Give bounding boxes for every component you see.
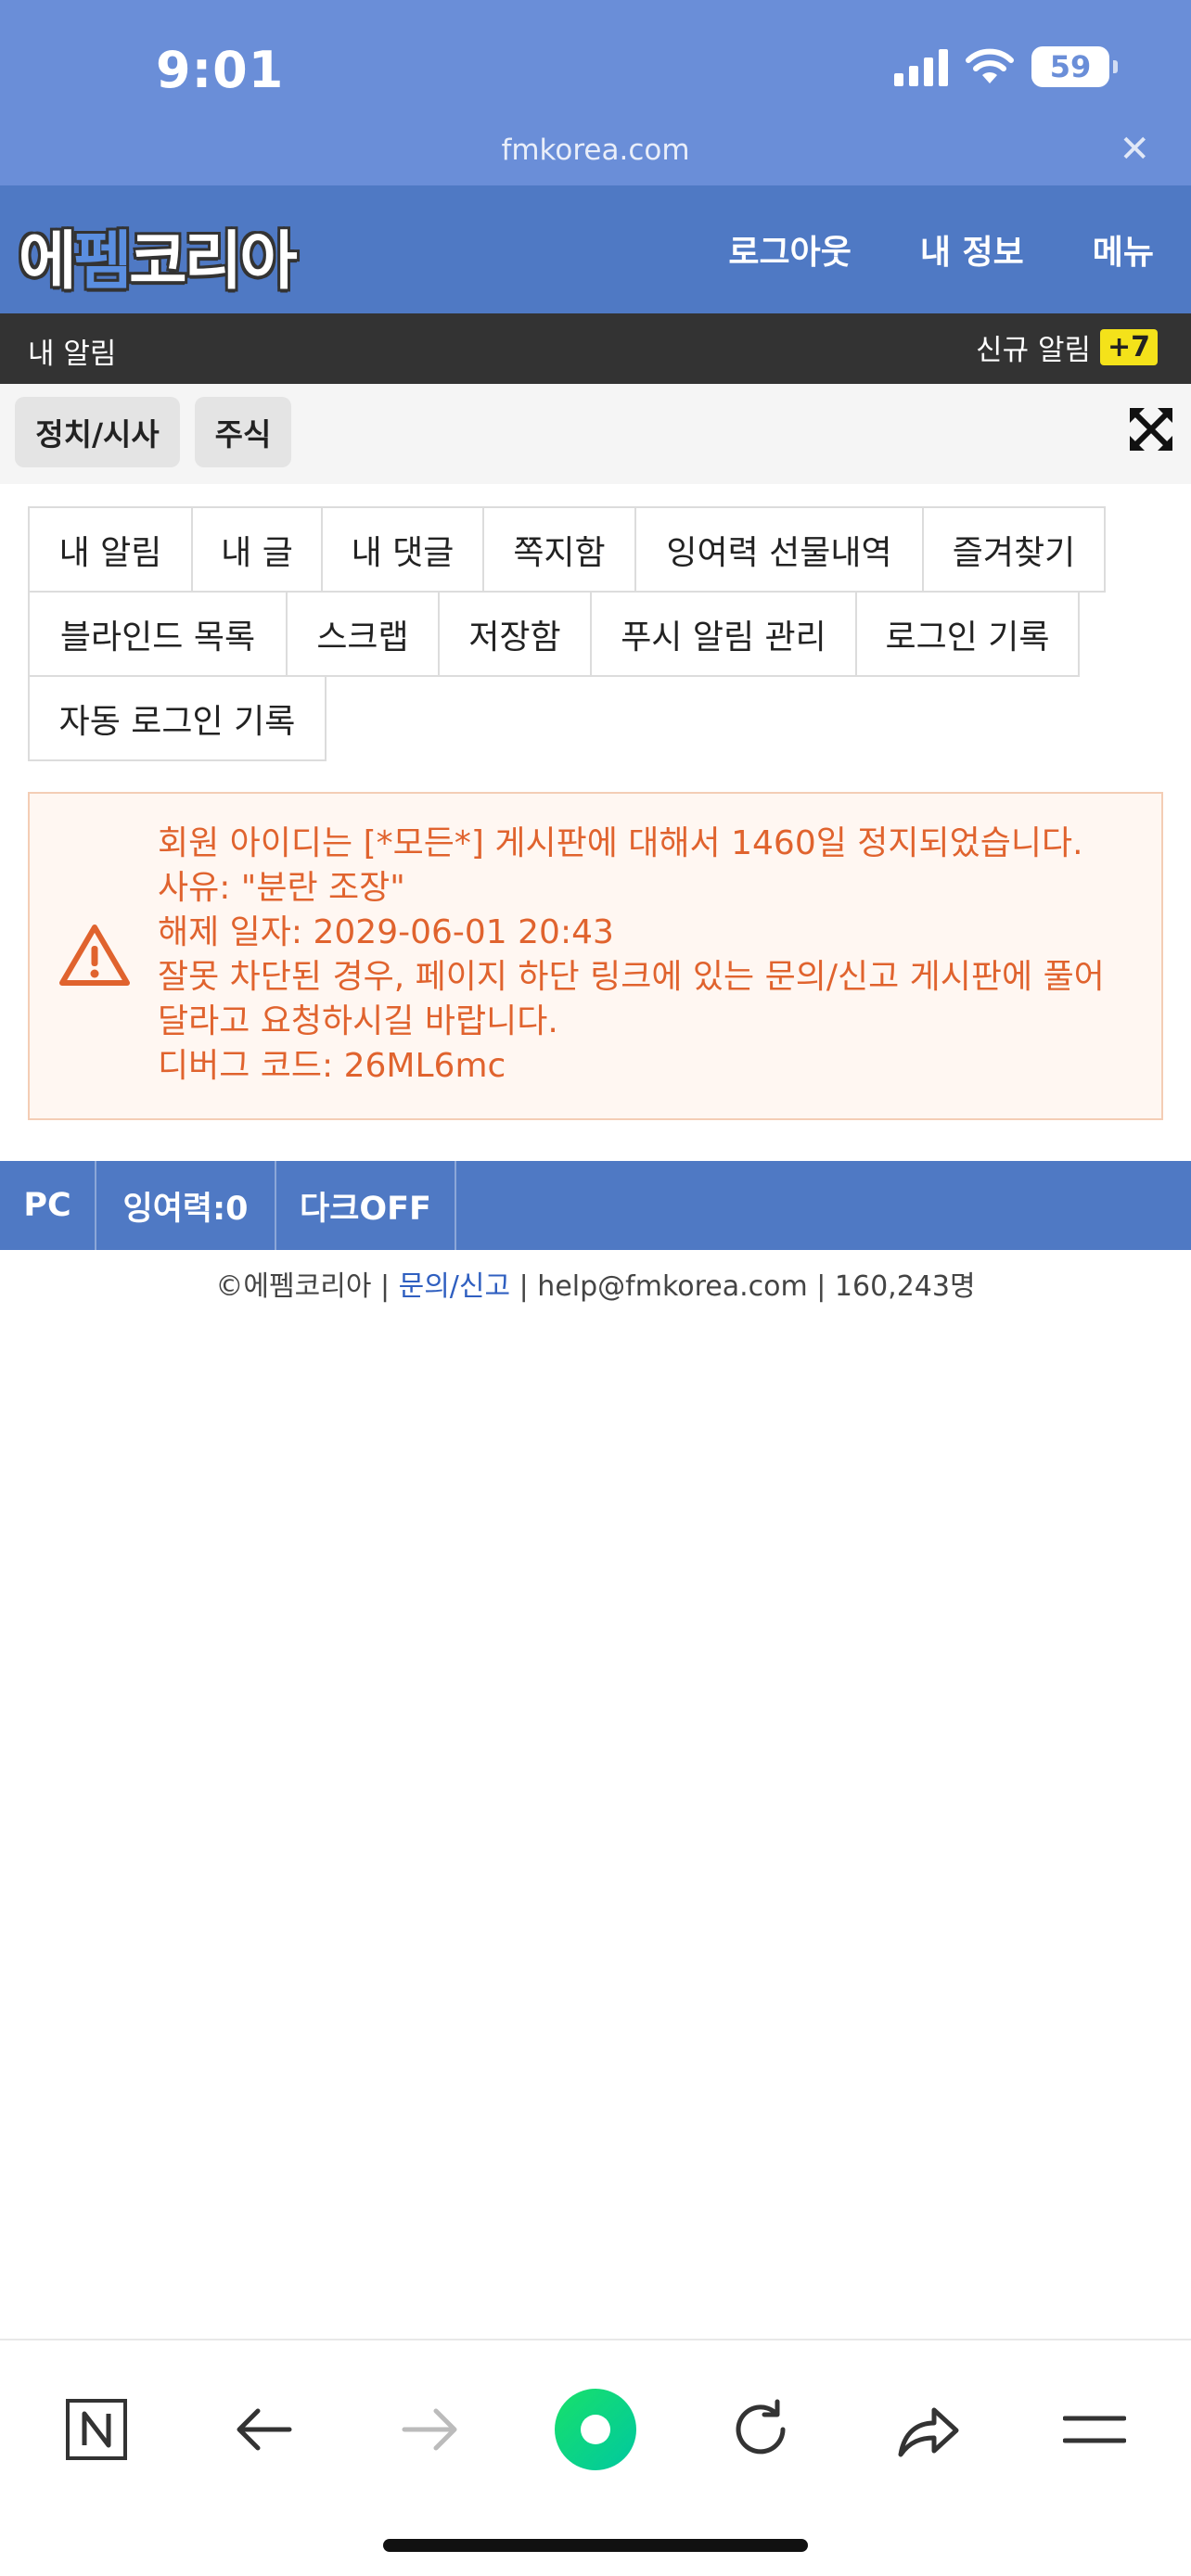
warning-line-instructions-cont: 달라고 요청하시길 바랍니다. [158, 1002, 558, 1040]
warning-line-instructions: 잘못 차단된 경우, 페이지 하단 링크에 있는 문의/신고 게시판에 풀어 [158, 958, 1105, 996]
tab-messages[interactable]: 쪽지함 [482, 506, 636, 593]
header-nav: 로그아웃 내 정보 메뉴 [728, 185, 1154, 313]
tab-blind-list[interactable]: 블라인드 목록 [28, 591, 288, 677]
new-alerts-label: 신규 알림 [976, 334, 1091, 367]
close-icon[interactable]: ✕ [1119, 128, 1150, 171]
naver-n-icon[interactable] [52, 2385, 141, 2474]
site-logo[interactable]: 에펨코리아 [19, 210, 298, 301]
category-stocks[interactable]: 주식 [195, 397, 291, 467]
notification-bar: 내 알림 신규 알림 +7 [0, 313, 1191, 384]
copyright-line: ©에펨코리아 | 문의/신고 | help@fmkorea.com | 160,… [0, 1263, 1191, 1304]
contact-report-link[interactable]: 문의/신고 [399, 1270, 511, 1303]
forward-icon[interactable] [386, 2385, 475, 2474]
new-alerts-badge: +7 [1099, 329, 1158, 365]
tab-my-posts[interactable]: 내 글 [191, 506, 323, 593]
wifi-icon [966, 48, 1014, 83]
share-icon[interactable] [883, 2385, 972, 2474]
logout-link[interactable]: 로그아웃 [728, 225, 851, 274]
tab-scrap[interactable]: 스크랩 [286, 591, 440, 677]
tab-auto-login-history[interactable]: 자동 로그인 기록 [28, 675, 327, 761]
tab-favorites[interactable]: 즐겨찾기 [922, 506, 1106, 593]
warning-line-debug-code: 디버그 코드: 26ML6mc [158, 1047, 506, 1085]
warning-line-ban: 회원 아이디는 [*모든*] 게시판에 대해서 1460일 정지되었습니다. [158, 824, 1083, 862]
warning-line-release-date: 해제 일자: 2029-06-01 20:43 [158, 913, 614, 951]
category-row: 정치/시사 주식 [0, 384, 1191, 484]
tab-my-comments[interactable]: 내 댓글 [321, 506, 484, 593]
tab-saved[interactable]: 저장함 [438, 591, 592, 677]
my-info-link[interactable]: 내 정보 [920, 225, 1024, 274]
my-alerts-label[interactable]: 내 알림 [28, 330, 116, 372]
surplus-points[interactable]: 잉여력:0 [96, 1161, 276, 1250]
menu-link[interactable]: 메뉴 [1093, 225, 1154, 274]
signal-icon [894, 47, 948, 86]
footer-bar: PC 잉여력:0 다크OFF [0, 1161, 1191, 1250]
url-domain[interactable]: fmkorea.com [0, 134, 1191, 167]
browser-top-bar: 9:01 59 fmkorea.com ✕ [0, 0, 1191, 185]
ban-warning-box: 회원 아이디는 [*모든*] 게시판에 대해서 1460일 정지되었습니다. 사… [28, 792, 1163, 1120]
tab-login-history[interactable]: 로그인 기록 [855, 591, 1080, 677]
status-time: 9:01 [156, 41, 285, 99]
expand-icon[interactable] [1128, 406, 1174, 453]
tab-push-settings[interactable]: 푸시 알림 관리 [590, 591, 857, 677]
category-politics[interactable]: 정치/시사 [15, 397, 180, 467]
copyright-prefix: ©에펨코리아 | [215, 1270, 399, 1303]
warning-icon [59, 925, 130, 986]
tab-my-alerts[interactable]: 내 알림 [28, 506, 193, 593]
site-header: 에펨코리아 로그아웃 내 정보 메뉴 [0, 185, 1191, 313]
battery-icon: 59 [1031, 46, 1118, 87]
green-dot-icon[interactable] [551, 2385, 640, 2474]
status-icons: 59 [894, 46, 1118, 87]
new-alerts[interactable]: 신규 알림 +7 [976, 326, 1158, 368]
copyright-suffix: | help@fmkorea.com | 160,243명 [510, 1270, 976, 1303]
warning-line-reason: 사유: "분란 조장" [158, 869, 405, 907]
back-icon[interactable] [219, 2385, 308, 2474]
menu-icon[interactable] [1050, 2385, 1139, 2474]
home-indicator [383, 2539, 808, 2552]
reload-icon[interactable] [716, 2385, 805, 2474]
dark-mode-toggle[interactable]: 다크OFF [276, 1161, 456, 1250]
tab-gift-history[interactable]: 잉여력 선물내역 [634, 506, 924, 593]
pc-mode-button[interactable]: PC [0, 1161, 96, 1250]
battery-level: 59 [1049, 49, 1092, 84]
warning-text: 회원 아이디는 [*모든*] 게시판에 대해서 1460일 정지되었습니다. 사… [158, 822, 1143, 1089]
